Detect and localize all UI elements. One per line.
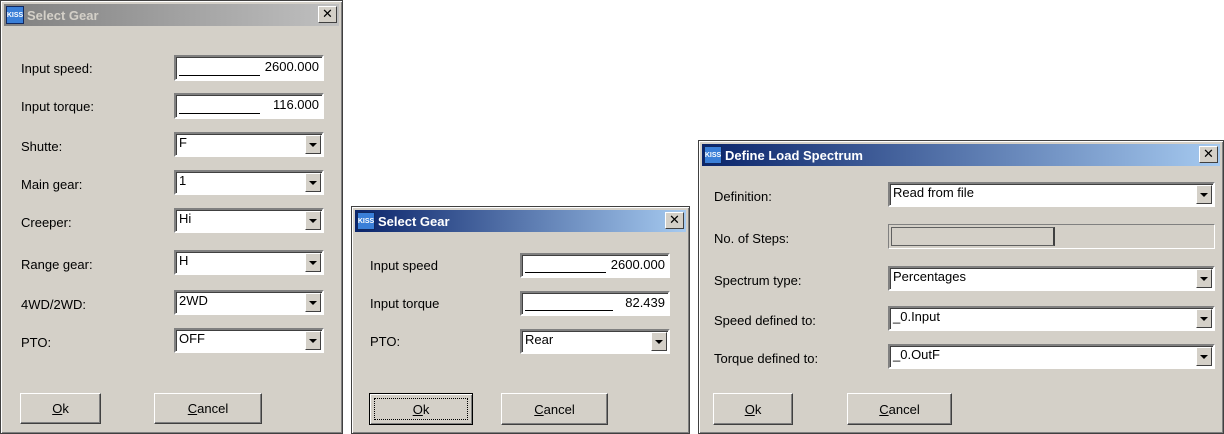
cancel-button[interactable]: Cancel: [847, 393, 952, 425]
creeper-label: Creeper:: [21, 215, 72, 230]
speed-defined-to-value: _0.Input: [893, 309, 940, 324]
chevron-down-icon[interactable]: [305, 211, 321, 230]
definition-select[interactable]: Read from file: [888, 182, 1215, 207]
pto-select[interactable]: Rear: [520, 329, 670, 354]
input-torque-field[interactable]: 82.439: [520, 291, 670, 316]
input-speed-value: 2600.000: [264, 59, 319, 74]
input-torque-value: 116.000: [272, 97, 319, 112]
input-speed-field[interactable]: 2600.000: [174, 55, 324, 81]
chevron-down-icon[interactable]: [1196, 185, 1212, 204]
input-torque-label: Input torque: [370, 296, 440, 311]
pto-select[interactable]: OFF: [174, 328, 324, 353]
spectrum-type-select[interactable]: Percentages: [888, 266, 1215, 291]
input-torque-label: Input torque:: [21, 99, 94, 114]
input-torque-field[interactable]: 116.000: [174, 93, 324, 119]
pto-value: Rear: [525, 332, 554, 347]
range-gear-value: H: [179, 253, 189, 268]
title-bar[interactable]: KISS Select Gear ✕: [4, 4, 339, 26]
chevron-down-icon[interactable]: [305, 173, 321, 192]
focus-ring: [374, 398, 468, 420]
chevron-down-icon[interactable]: [305, 293, 321, 312]
ok-button[interactable]: Ok: [713, 393, 793, 425]
torque-defined-to-select[interactable]: _0.OutF: [888, 344, 1215, 369]
chevron-down-icon[interactable]: [1196, 347, 1212, 366]
speed-defined-to-select[interactable]: _0.Input: [888, 306, 1215, 331]
no-of-steps-label: No. of Steps:: [714, 231, 790, 246]
pto-value: OFF: [179, 331, 205, 346]
ok-button[interactable]: Ok: [20, 393, 101, 424]
input-speed-label: Input speed: [370, 258, 438, 273]
dialog-title: Select Gear: [27, 7, 99, 23]
pto-label: PTO:: [21, 335, 52, 350]
title-bar[interactable]: KISS Select Gear ✕: [355, 210, 686, 232]
definition-value: Read from file: [893, 185, 974, 200]
app-icon: KISS: [357, 212, 375, 230]
drive-mode-label: 4WD/2WD:: [21, 297, 86, 312]
dialog-title: Select Gear: [378, 213, 450, 229]
app-icon: KISS: [6, 6, 24, 24]
range-gear-select[interactable]: H: [174, 250, 324, 275]
shutte-value: F: [179, 135, 187, 150]
cancel-button[interactable]: Cancel: [154, 393, 262, 424]
shutte-select[interactable]: F: [174, 132, 324, 157]
chevron-down-icon[interactable]: [305, 331, 321, 350]
no-of-steps-field: [888, 224, 1215, 249]
ok-button[interactable]: Ok: [369, 393, 473, 425]
main-gear-select[interactable]: 1: [174, 170, 324, 195]
input-speed-field[interactable]: 2600.000: [520, 253, 670, 278]
app-icon: KISS: [704, 146, 722, 164]
drive-mode-select[interactable]: 2WD: [174, 290, 324, 315]
define-load-spectrum-dialog: KISS Define Load Spectrum ✕ Definition: …: [698, 140, 1224, 434]
pto-label: PTO:: [370, 334, 401, 349]
chevron-down-icon[interactable]: [305, 135, 321, 154]
chevron-down-icon[interactable]: [305, 253, 321, 272]
select-gear-dialog-1: KISS Select Gear ✕ Input speed: 2600.000…: [0, 0, 343, 434]
speed-defined-to-label: Speed defined to:: [714, 313, 816, 328]
main-gear-label: Main gear:: [21, 177, 83, 192]
chevron-down-icon[interactable]: [651, 332, 667, 351]
close-icon[interactable]: ✕: [665, 212, 684, 229]
torque-defined-to-value: _0.OutF: [893, 347, 940, 362]
drive-mode-value: 2WD: [179, 293, 208, 308]
creeper-select[interactable]: Hi: [174, 208, 324, 233]
input-speed-label: Input speed:: [21, 61, 93, 76]
creeper-value: Hi: [179, 211, 192, 226]
cancel-button[interactable]: Cancel: [501, 393, 608, 425]
definition-label: Definition:: [714, 189, 772, 204]
chevron-down-icon[interactable]: [1196, 269, 1212, 288]
spectrum-type-value: Percentages: [893, 269, 966, 284]
close-icon[interactable]: ✕: [318, 6, 337, 23]
no-of-steps-bar: [891, 227, 1055, 246]
chevron-down-icon[interactable]: [1196, 309, 1212, 328]
main-gear-value: 1: [179, 173, 187, 188]
shutte-label: Shutte:: [21, 139, 63, 154]
select-gear-dialog-2: KISS Select Gear ✕ Input speed 2600.000 …: [351, 206, 690, 434]
range-gear-label: Range gear:: [21, 257, 93, 272]
dialog-title: Define Load Spectrum: [725, 147, 863, 163]
title-bar[interactable]: KISS Define Load Spectrum ✕: [702, 144, 1220, 166]
input-speed-value: 2600.000: [610, 257, 665, 272]
input-torque-value: 82.439: [625, 295, 665, 310]
spectrum-type-label: Spectrum type:: [714, 273, 802, 288]
torque-defined-to-label: Torque defined to:: [714, 351, 819, 366]
close-icon[interactable]: ✕: [1199, 146, 1218, 163]
